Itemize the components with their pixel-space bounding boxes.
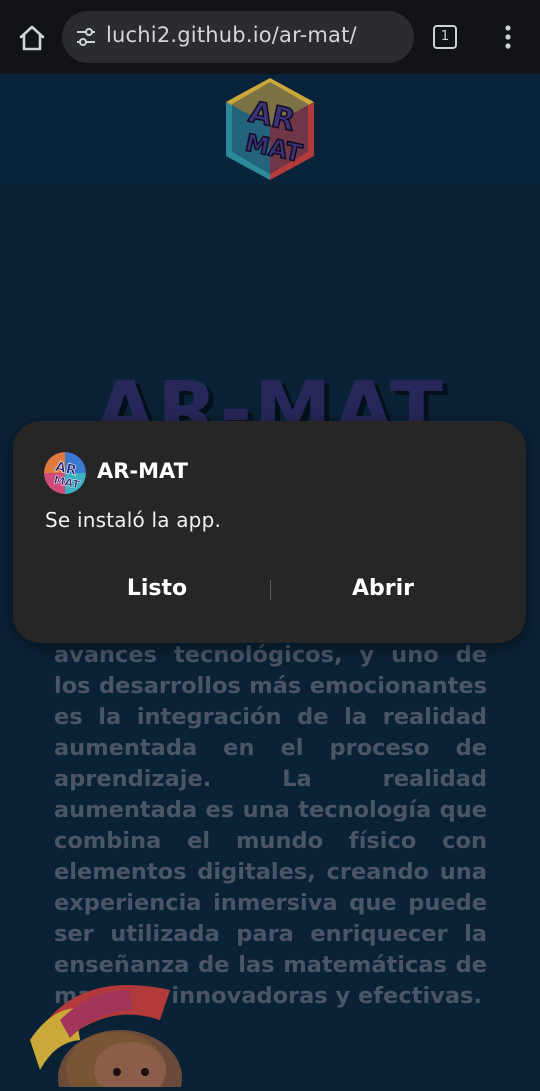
done-button[interactable]: Listo — [42, 567, 272, 611]
intro-paragraph: avances tecnológicos, y uno de los desar… — [54, 642, 487, 1009]
url-text[interactable]: luchi2.github.io/ar-mat/ — [106, 23, 357, 47]
more-options-icon[interactable] — [496, 22, 520, 52]
app-installed-dialog: AR MAT AR-MAT Se instaló la app. Listo A… — [13, 421, 526, 643]
address-bar[interactable]: luchi2.github.io/ar-mat/ — [62, 11, 414, 63]
dialog-message: Se instaló la app. — [45, 508, 222, 532]
open-app-button[interactable]: Abrir — [268, 567, 498, 611]
site-settings-icon[interactable] — [74, 25, 98, 49]
dialog-app-name: AR-MAT — [97, 459, 188, 483]
mascot-illustration — [20, 960, 190, 1091]
tab-switcher-button[interactable]: 1 — [433, 25, 457, 49]
browser-toolbar: luchi2.github.io/ar-mat/ 1 — [0, 0, 540, 74]
ar-mat-logo: AR MAT — [222, 74, 318, 184]
home-icon[interactable] — [14, 20, 50, 56]
app-icon: AR MAT — [44, 452, 86, 494]
